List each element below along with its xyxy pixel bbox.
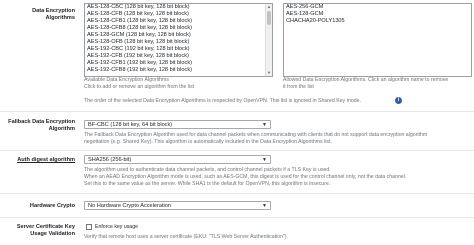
available-help: Click to add or remove an algorithm from… xyxy=(84,84,195,90)
encryption-label-line1: Data Encryption xyxy=(32,8,75,14)
allowed-help-line2: it from the list xyxy=(283,84,314,90)
available-algorithm-option[interactable]: AES-192-CFB (192 bit key, 128 bit block) xyxy=(85,53,272,60)
auth-help-line1: The algorithm used to authenticate data … xyxy=(84,167,331,173)
chevron-down-icon: ▼ xyxy=(262,122,267,128)
divider xyxy=(0,150,474,151)
available-algorithm-option[interactable]: AES-128-CBC (128 bit key, 128 bit block) xyxy=(85,4,272,11)
available-algorithm-option[interactable]: AES-128-GCM (128 bit key, 128 bit block) xyxy=(85,32,272,39)
enforce-key-usage-label[interactable]: Enforce key usage xyxy=(95,224,138,231)
available-algorithm-option[interactable]: AES-128-CFB1 (128 bit key, 128 bit block… xyxy=(85,18,272,25)
certkey-label: Server Certificate Key Usage Validation xyxy=(17,224,75,238)
auth-digest-select[interactable]: SHA256 (256-bit) ▼ xyxy=(84,155,271,164)
hwcrypto-label: Hardware Crypto xyxy=(29,203,75,209)
auth-label: Auth digest algorithm xyxy=(17,157,75,163)
available-algorithm-option[interactable]: AES-128-CFB8 (128 bit key, 128 bit block… xyxy=(85,25,272,32)
certkey-label-line2: Usage Validation xyxy=(30,231,75,237)
scroll-thumb[interactable] xyxy=(267,11,271,25)
available-algorithm-option[interactable]: AES-192-CBC (192 bit key, 128 bit block) xyxy=(85,46,272,53)
fallback-label-line2: Algorithm xyxy=(48,126,75,132)
available-list-scrollbar[interactable]: ▲ ▼ xyxy=(265,4,272,76)
allowed-algorithms-listbox[interactable]: AES-256-GCM AES-128-GCM CHACHA20-POLY1305 xyxy=(283,3,472,77)
auth-help-line3: Set this to the same value as the server… xyxy=(84,181,331,187)
available-algorithm-option[interactable]: AES-128-OFB (128 bit key, 128 bit block) xyxy=(85,39,272,46)
fallback-label-line1: Fallback Data Encryption xyxy=(8,119,75,125)
divider xyxy=(0,217,474,218)
enforce-key-usage-checkbox[interactable] xyxy=(86,224,92,230)
encryption-label-line2: Algorithms xyxy=(45,15,75,21)
fallback-algorithm-select[interactable]: BF-CBC (128 bit key, 64 bit block) ▼ xyxy=(84,120,271,129)
auth-help-line2: When an AEAD Encryption Algorithm mode i… xyxy=(84,174,407,180)
allowed-algorithm-option[interactable]: AES-256-GCM xyxy=(284,4,471,11)
divider xyxy=(0,111,474,112)
scroll-down-icon[interactable]: ▼ xyxy=(266,70,272,76)
certkey-label-line1: Server Certificate Key xyxy=(16,224,75,230)
chevron-down-icon: ▼ xyxy=(262,203,267,209)
fallback-help-line1: The Fallback Data Encryption Algorithm u… xyxy=(84,132,428,138)
fallback-select-value: BF-CBC (128 bit key, 64 bit block) xyxy=(88,122,173,128)
fallback-help-line2: negotiation (e.g. Shared Key). This algo… xyxy=(84,139,332,145)
encryption-label: Data Encryption Algorithms xyxy=(32,8,75,22)
certkey-help: Verify that remote host uses a server ce… xyxy=(84,234,288,240)
allowed-help-line1: Allowed Data Encryption Algorithms. Clic… xyxy=(283,77,449,83)
available-algorithms-listbox[interactable]: AES-128-CBC (128 bit key, 128 bit block)… xyxy=(84,3,273,77)
auth-select-value: SHA256 (256-bit) xyxy=(88,157,132,163)
allowed-algorithm-option[interactable]: AES-128-GCM xyxy=(284,11,471,18)
allowed-algorithm-option[interactable]: CHACHA20-POLY1305 xyxy=(284,18,471,25)
available-algorithm-option[interactable]: AES-192-CFB8 (192 bit key, 128 bit block… xyxy=(85,67,272,74)
fallback-label: Fallback Data Encryption Algorithm xyxy=(8,119,75,133)
chevron-down-icon: ▼ xyxy=(262,157,267,163)
available-caption: Available Data Encryption Algorithms xyxy=(84,77,169,83)
hardware-crypto-select[interactable]: No Hardware Crypto Acceleration ▼ xyxy=(84,201,271,210)
hwcrypto-select-value: No Hardware Crypto Acceleration xyxy=(88,203,172,209)
info-icon[interactable]: i xyxy=(395,97,402,104)
divider xyxy=(0,193,474,194)
available-algorithm-option[interactable]: AES-192-CFB1 (192 bit key, 128 bit block… xyxy=(85,60,272,67)
order-note: The order of the selected Data Encryptio… xyxy=(84,98,361,104)
scroll-up-icon[interactable]: ▲ xyxy=(266,4,272,10)
available-algorithm-option[interactable]: AES-128-CFB (128 bit key, 128 bit block) xyxy=(85,11,272,18)
